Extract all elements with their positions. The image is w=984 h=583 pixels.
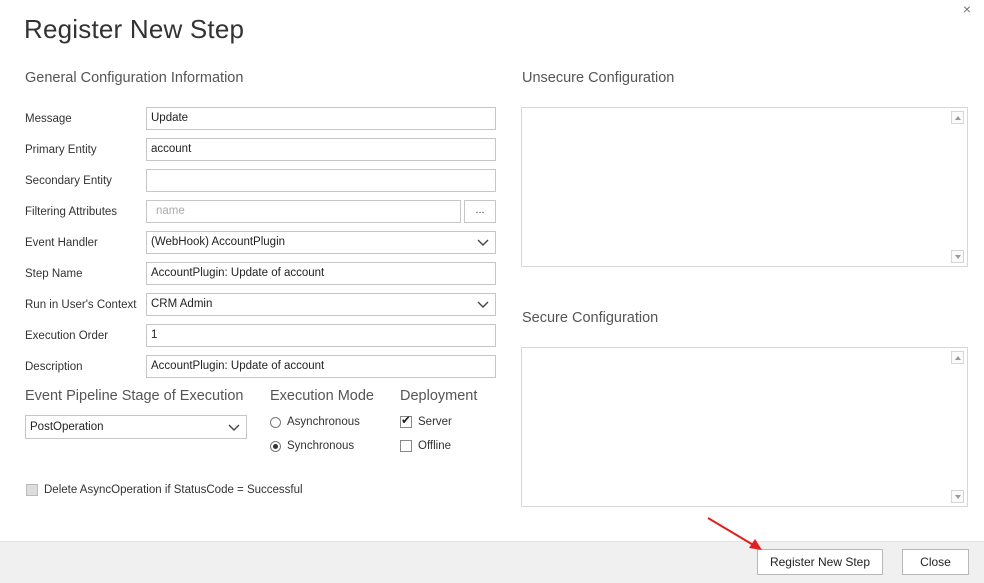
event-handler-select[interactable]: (WebHook) AccountPlugin <box>146 231 496 254</box>
filtering-attributes-field[interactable]: name <box>146 200 461 223</box>
primary-entity-field[interactable]: account <box>146 138 496 161</box>
unsecure-config-heading: Unsecure Configuration <box>522 70 675 86</box>
message-field[interactable]: Update <box>146 107 496 130</box>
secure-config-heading: Secure Configuration <box>522 310 659 326</box>
event-handler-label: Event Handler <box>25 237 98 249</box>
delete-async-checkbox[interactable] <box>26 484 38 496</box>
description-label: Description <box>25 361 83 373</box>
pipeline-stage-value: PostOperation <box>30 421 104 433</box>
scroll-up-icon[interactable] <box>951 351 964 364</box>
secure-config-textarea[interactable] <box>521 347 968 507</box>
filtering-attributes-browse-button[interactable]: ... <box>464 200 496 223</box>
close-icon[interactable]: × <box>958 0 976 18</box>
run-context-value: CRM Admin <box>151 298 213 310</box>
synchronous-radio[interactable] <box>270 440 281 452</box>
offline-label: Offline <box>418 440 452 452</box>
step-name-field[interactable]: AccountPlugin: Update of account <box>146 262 496 285</box>
synchronous-option[interactable]: Synchronous <box>270 440 354 452</box>
close-button[interactable]: Close <box>902 549 969 575</box>
asynchronous-label: Asynchronous <box>287 416 360 428</box>
server-option[interactable]: Server <box>400 413 452 428</box>
asynchronous-option[interactable]: Asynchronous <box>270 416 360 428</box>
step-name-label: Step Name <box>25 268 83 280</box>
filtering-attributes-label: Filtering Attributes <box>25 206 118 218</box>
pipeline-stage-heading: Event Pipeline Stage of Execution <box>25 388 244 404</box>
offline-option[interactable]: Offline <box>400 440 451 452</box>
scroll-down-icon[interactable] <box>951 490 964 503</box>
server-label: Server <box>418 416 452 428</box>
chevron-down-icon <box>228 424 240 431</box>
description-field[interactable]: AccountPlugin: Update of account <box>146 355 496 378</box>
run-context-select[interactable]: CRM Admin <box>146 293 496 316</box>
server-checkbox[interactable] <box>400 413 412 428</box>
offline-checkbox[interactable] <box>400 440 412 452</box>
chevron-down-icon <box>477 239 489 246</box>
execution-order-label: Execution Order <box>25 330 109 342</box>
scroll-down-icon[interactable] <box>951 250 964 263</box>
scroll-up-icon[interactable] <box>951 111 964 124</box>
unsecure-config-textarea[interactable] <box>521 107 968 267</box>
asynchronous-radio[interactable] <box>270 416 281 428</box>
pipeline-stage-select[interactable]: PostOperation <box>25 415 247 439</box>
execution-mode-heading: Execution Mode <box>270 388 374 404</box>
general-config-heading: General Configuration Information <box>25 70 244 86</box>
run-context-label: Run in User's Context <box>25 299 137 311</box>
register-new-step-button[interactable]: Register New Step <box>757 549 883 575</box>
chevron-down-icon <box>477 301 489 308</box>
delete-async-label: Delete AsyncOperation if StatusCode = Su… <box>44 484 303 496</box>
secondary-entity-field[interactable] <box>146 169 496 192</box>
dialog-title: Register New Step <box>24 14 245 44</box>
execution-order-field[interactable]: 1 <box>146 324 496 347</box>
primary-entity-label: Primary Entity <box>25 144 97 156</box>
synchronous-label: Synchronous <box>287 440 355 452</box>
event-handler-value: (WebHook) AccountPlugin <box>151 236 286 248</box>
delete-async-option[interactable]: Delete AsyncOperation if StatusCode = Su… <box>26 484 303 496</box>
register-step-dialog: × Register New Step General Configuratio… <box>0 0 984 583</box>
annotation-arrow-icon <box>707 517 762 550</box>
deployment-heading: Deployment <box>400 388 478 404</box>
secondary-entity-label: Secondary Entity <box>25 175 112 187</box>
message-label: Message <box>25 113 72 125</box>
